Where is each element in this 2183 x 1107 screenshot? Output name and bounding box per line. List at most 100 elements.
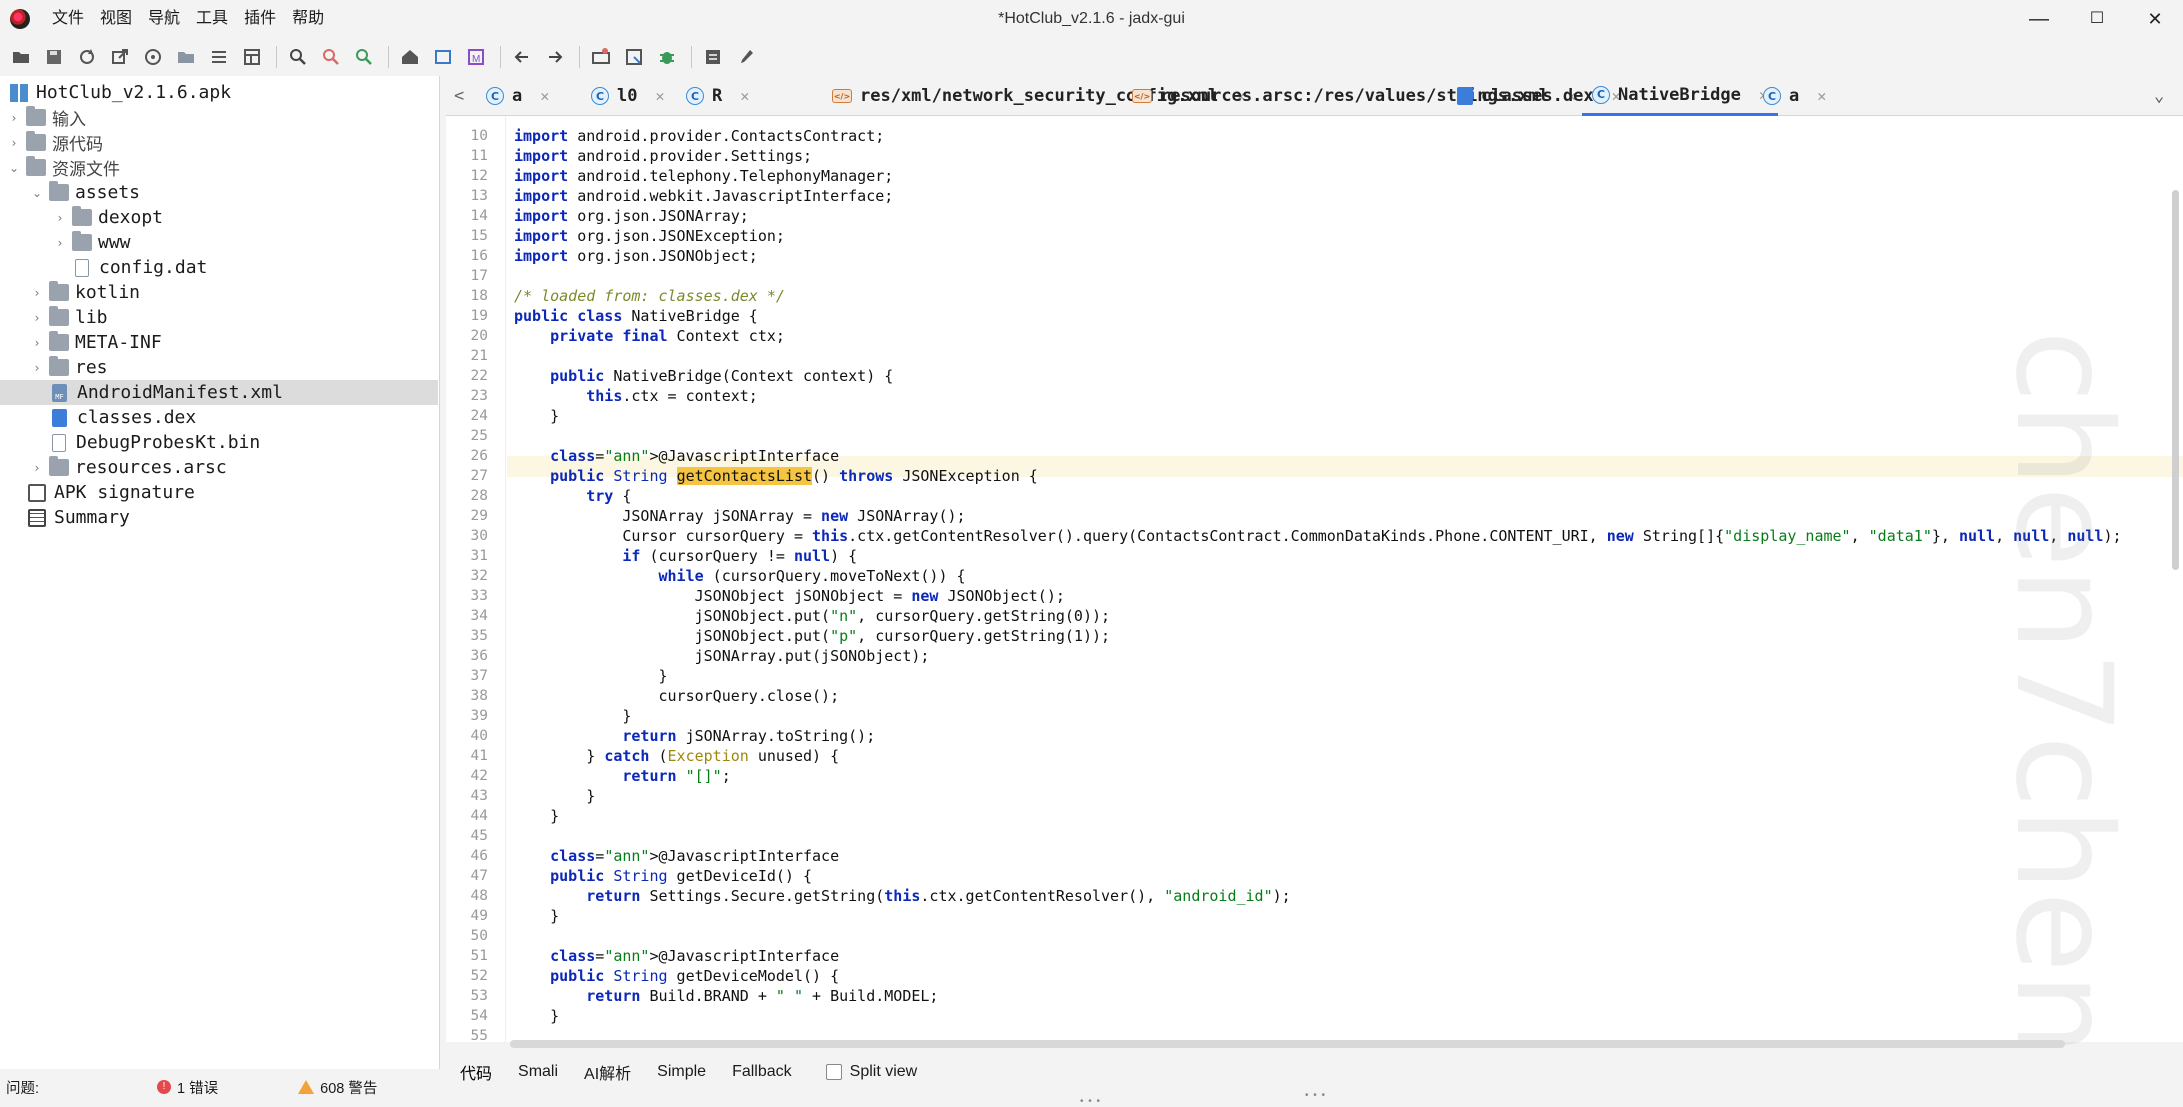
- tree-item[interactable]: › res: [0, 355, 438, 380]
- sync-icon[interactable]: [138, 42, 168, 72]
- tree-item[interactable]: Summary: [0, 505, 438, 530]
- find-class-icon[interactable]: [316, 42, 346, 72]
- tree-item[interactable]: › lib: [0, 305, 438, 330]
- tree-item[interactable]: config.dat: [0, 255, 438, 280]
- line-number: 33: [470, 588, 488, 604]
- tree-item[interactable]: › dexopt: [0, 205, 438, 230]
- errors-indicator[interactable]: ! 1 错误: [157, 1077, 218, 1098]
- back-icon[interactable]: [507, 42, 537, 72]
- folder-icon[interactable]: [171, 42, 201, 72]
- chevron-right-icon[interactable]: ›: [52, 211, 68, 225]
- tree-item[interactable]: classes.dex: [0, 405, 438, 430]
- find-usage-icon[interactable]: [349, 42, 379, 72]
- tab-close-icon[interactable]: ✕: [655, 87, 664, 105]
- tab-r[interactable]: C R ✕: [686, 76, 749, 116]
- minimize-button[interactable]: —: [2010, 0, 2068, 38]
- tab-close-icon[interactable]: ✕: [740, 87, 749, 105]
- mode-tab[interactable]: Simple: [657, 1063, 706, 1081]
- tab-scroll-left-icon[interactable]: <: [454, 76, 464, 116]
- quick-search-icon[interactable]: [619, 42, 649, 72]
- vertical-scrollbar[interactable]: [2172, 190, 2179, 570]
- chevron-right-icon[interactable]: ›: [29, 361, 45, 375]
- menu-item[interactable]: 文件: [44, 0, 92, 38]
- tab-close-icon[interactable]: ✕: [1817, 87, 1826, 105]
- log-icon[interactable]: [698, 42, 728, 72]
- tree-item[interactable]: › www: [0, 230, 438, 255]
- resize-handle-icon[interactable]: • • •: [1080, 1096, 1101, 1107]
- code-line: return "[]";: [622, 767, 731, 785]
- mode-tab[interactable]: AI解析: [584, 1060, 631, 1084]
- chevron-right-icon[interactable]: ›: [29, 336, 45, 350]
- code-editor[interactable]: 10 11 12 13 14 15 16 17 18 19 20 21 22 23 24 25 26 27 28 29…: [446, 116, 2183, 1042]
- chevron-right-icon[interactable]: ›: [29, 286, 45, 300]
- search-icon[interactable]: [283, 42, 313, 72]
- tree-item[interactable]: DebugProbesKt.bin: [0, 430, 438, 455]
- flatten-icon[interactable]: [204, 42, 234, 72]
- code-line: class="ann">@JavascriptInterface: [550, 447, 840, 465]
- forward-icon[interactable]: [540, 42, 570, 72]
- tree-item[interactable]: › resources.arsc: [0, 455, 438, 480]
- mark-icon[interactable]: M: [461, 42, 491, 72]
- menu-item[interactable]: 帮助: [284, 0, 332, 38]
- tab-nativebridge[interactable]: CNativeBridge✕: [1582, 76, 1778, 116]
- menu-item[interactable]: 导航: [140, 0, 188, 38]
- line-number: 41: [470, 748, 488, 764]
- chevron-right-icon[interactable]: ›: [6, 136, 22, 150]
- open-file-icon[interactable]: [6, 42, 36, 72]
- menu-item[interactable]: 视图: [92, 0, 140, 38]
- export-icon[interactable]: [105, 42, 135, 72]
- line-number: 46: [470, 848, 488, 864]
- chevron-right-icon[interactable]: ›: [6, 111, 22, 125]
- split-view-checkbox[interactable]: [825, 1064, 842, 1080]
- tree-item[interactable]: › META-INF: [0, 330, 438, 355]
- tree-root[interactable]: HotClub_v2.1.6.apk: [0, 80, 438, 105]
- tree-item[interactable]: ⌄ assets: [0, 180, 438, 205]
- mode-tab[interactable]: 代码: [460, 1060, 492, 1084]
- tree-item-label: AndroidManifest.xml: [77, 382, 283, 403]
- horizontal-scrollbar[interactable]: [510, 1040, 2065, 1048]
- tab-l0[interactable]: Cl0 ✕: [591, 76, 665, 116]
- title-bar: 文件 视图 导航 工具 插件 帮助 *HotClub_v2.1.6 - jadx-gui …: [0, 0, 2183, 38]
- maximize-button[interactable]: ☐: [2068, 0, 2126, 38]
- tree-item[interactable]: APK signature: [0, 480, 438, 505]
- close-button[interactable]: ✕: [2126, 0, 2183, 38]
- chevron-right-icon[interactable]: ›: [29, 461, 45, 475]
- code-line: class="ann">@JavascriptInterface: [550, 947, 840, 965]
- tree-item[interactable]: ⌄ 资源文件: [0, 155, 438, 180]
- warnings-indicator[interactable]: 608 警告: [298, 1077, 377, 1098]
- menu-item[interactable]: 插件: [236, 0, 284, 38]
- window-icon[interactable]: [428, 42, 458, 72]
- line-number: 42: [470, 768, 488, 784]
- problems-label: 问题:: [6, 1080, 40, 1097]
- chevron-down-icon[interactable]: ⌄: [6, 161, 22, 175]
- project-tree[interactable]: HotClub_v2.1.6.apk › 输入 › 源代码 ⌄ 资源文件 ⌄ assets › de…: [0, 76, 440, 1069]
- chevron-right-icon[interactable]: ›: [29, 311, 45, 325]
- chevron-right-icon[interactable]: ›: [52, 236, 68, 250]
- tab-list-chevron-icon[interactable]: ⌄: [2154, 76, 2164, 116]
- tree-item[interactable]: › kotlin: [0, 280, 438, 305]
- save-icon[interactable]: [39, 42, 69, 72]
- chevron-down-icon[interactable]: ⌄: [29, 186, 45, 200]
- deobf-icon[interactable]: [586, 42, 616, 72]
- line-number: 36: [470, 648, 488, 664]
- menu-bar: 文件 视图 导航 工具 插件 帮助: [44, 0, 332, 38]
- code-line: public String getContactsList() throws J…: [550, 467, 1038, 485]
- tree-item[interactable]: MF AndroidManifest.xml: [0, 380, 438, 405]
- settings-icon[interactable]: [731, 42, 761, 72]
- refresh-icon[interactable]: [72, 42, 102, 72]
- resize-handle-icon[interactable]: • • •: [1305, 1090, 1326, 1101]
- tree-item[interactable]: › 源代码: [0, 130, 438, 155]
- home-icon[interactable]: [395, 42, 425, 72]
- resources-icon: [26, 156, 46, 176]
- mode-tab[interactable]: Smali: [518, 1063, 558, 1081]
- tab-close-icon[interactable]: ✕: [540, 87, 549, 105]
- layout-icon[interactable]: [237, 42, 267, 72]
- tab-a[interactable]: Ca ✕: [486, 76, 549, 116]
- line-number: 27: [470, 468, 488, 484]
- menu-item[interactable]: 工具: [188, 0, 236, 38]
- tab-label: a: [1789, 86, 1800, 106]
- tab-a[interactable]: Ca ✕: [1763, 76, 1826, 116]
- tree-item[interactable]: › 输入: [0, 105, 438, 130]
- debug-icon[interactable]: [652, 42, 682, 72]
- mode-tab[interactable]: Fallback: [732, 1063, 792, 1081]
